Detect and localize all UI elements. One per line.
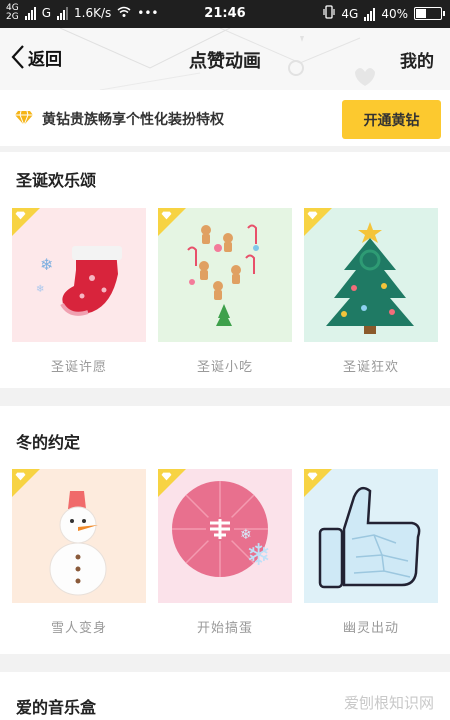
card-label: 圣诞小吃 xyxy=(196,360,253,375)
diamond-badge-icon xyxy=(15,211,26,220)
svg-text:❄: ❄ xyxy=(40,255,53,274)
card-thumbnail xyxy=(304,208,438,342)
card-thumbnail xyxy=(12,469,146,603)
open-yellow-diamond-button[interactable]: 开通黄钻 xyxy=(342,100,441,139)
card-label: 圣诞许愿 xyxy=(50,360,107,375)
section-winter: 冬的约定 雪人变身 ❄ ❄ 开始搞蛋 幽灵出动 xyxy=(0,406,450,654)
my-button[interactable]: 我的 xyxy=(400,47,434,72)
diamond-badge-icon xyxy=(307,472,318,481)
section-title: 圣诞欢乐颂 xyxy=(16,171,97,190)
signal-icon-3 xyxy=(364,7,376,21)
vibrate-icon xyxy=(323,5,335,22)
card-thumbnail xyxy=(158,208,292,342)
animation-card[interactable]: ❄ ❄ 圣诞许愿 xyxy=(12,208,146,375)
svg-text:❄: ❄ xyxy=(36,284,44,295)
card-thumbnail: ❄ ❄ xyxy=(12,208,146,342)
diamond-badge-icon xyxy=(161,211,172,220)
diamond-badge-icon xyxy=(307,211,318,220)
page-title: 点赞动画 xyxy=(189,51,261,72)
battery-percent: 40% xyxy=(381,6,408,21)
animation-card[interactable]: 圣诞狂欢 xyxy=(304,208,438,375)
svg-text:❄: ❄ xyxy=(240,527,252,543)
card-label: 圣诞狂欢 xyxy=(342,360,399,375)
animation-card[interactable]: 雪人变身 xyxy=(12,469,146,636)
animation-card[interactable]: 圣诞小吃 xyxy=(158,208,292,375)
section-title: 爱的音乐盒 xyxy=(16,698,97,717)
diamond-badge-icon xyxy=(15,472,26,481)
card-label: 幽灵出动 xyxy=(342,621,399,636)
vip-promo-banner: 黄钻贵族畅享个性化装扮特权 开通黄钻 xyxy=(0,90,450,146)
svg-text:❄: ❄ xyxy=(246,538,271,573)
card-thumbnail: ❄ ❄ xyxy=(158,469,292,603)
card-label: 雪人变身 xyxy=(50,621,107,636)
yellow-diamond-icon xyxy=(15,110,33,126)
watermark: 爱刨根知识网 xyxy=(343,694,434,712)
network-right: 4G xyxy=(341,6,359,21)
nav-bar: 返回 点赞动画 我的 xyxy=(0,28,450,90)
battery-icon xyxy=(414,7,445,20)
section-title: 冬的约定 xyxy=(16,433,81,452)
promo-text: 黄钻贵族畅享个性化装扮特权 xyxy=(42,112,224,128)
status-bar: 4G 2G G 1.6K/s ••• 21:46 4G 40% xyxy=(0,0,450,28)
diamond-badge-icon xyxy=(161,472,172,481)
section-christmas: 圣诞欢乐颂 ❄ ❄ 圣诞许愿 圣诞小吃 圣诞狂欢 xyxy=(0,152,450,388)
card-thumbnail xyxy=(304,469,438,603)
animation-card[interactable]: 幽灵出动 xyxy=(304,469,438,636)
card-label: 开始搞蛋 xyxy=(196,621,253,636)
animation-card[interactable]: ❄ ❄ 开始搞蛋 xyxy=(158,469,292,636)
